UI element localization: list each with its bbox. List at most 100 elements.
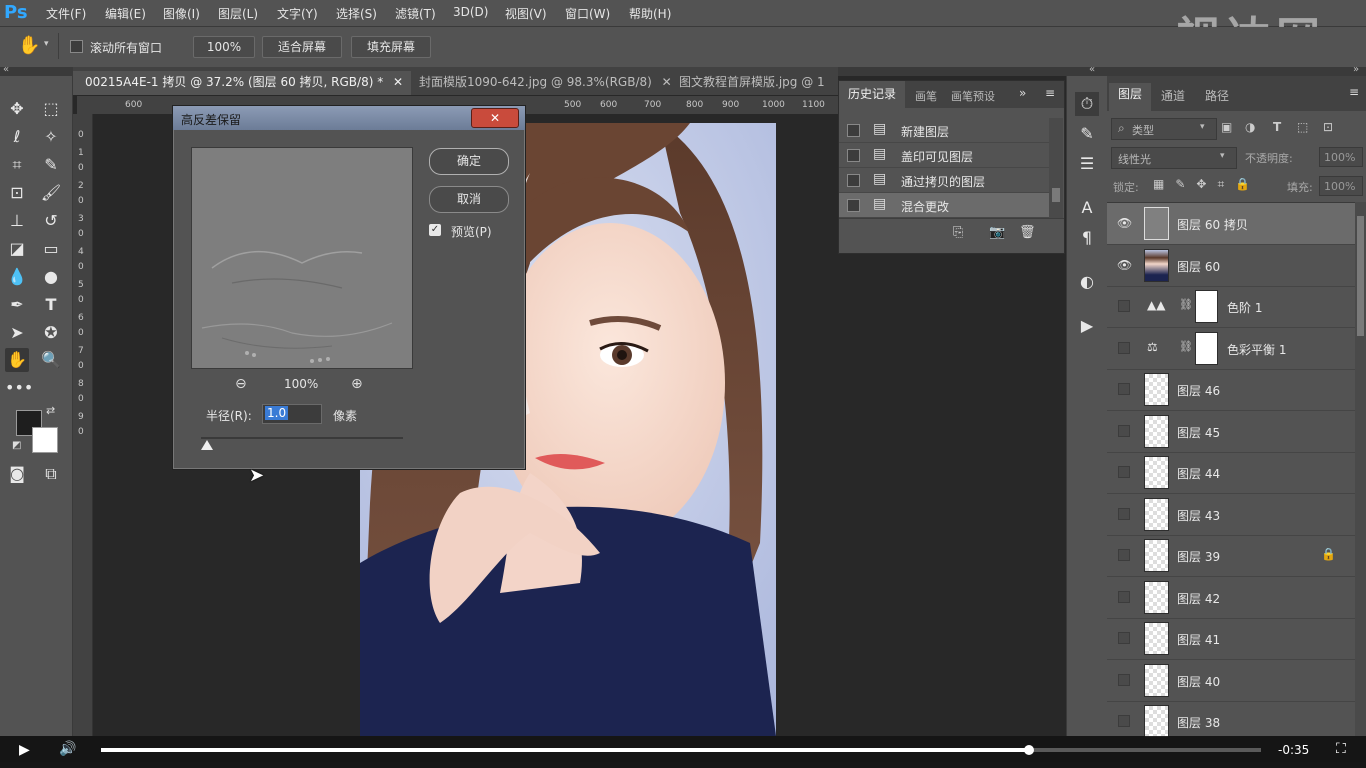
collapse-dock-icon[interactable]: « <box>1089 64 1095 75</box>
visibility-toggle[interactable] <box>1118 341 1130 354</box>
menu-3d[interactable]: 3D(D) <box>453 5 488 19</box>
default-colors-icon[interactable]: ◩ <box>12 440 21 451</box>
tab-brush[interactable]: 画笔 <box>915 88 937 104</box>
brush-panel-icon[interactable]: ✎ <box>1075 122 1099 146</box>
zoom-tool-icon[interactable]: 🔍 <box>39 348 63 372</box>
layer-row[interactable]: 👁 图层 60 拷贝 <box>1107 203 1355 245</box>
layer-row[interactable]: 图层 46 <box>1107 369 1355 411</box>
expand-icon[interactable]: » <box>1019 86 1026 100</box>
cancel-button[interactable]: 取消 <box>429 186 509 213</box>
dodge-tool-icon[interactable]: ● <box>39 265 63 289</box>
history-item[interactable]: ▤ 通过拷贝的图层 <box>839 168 1049 193</box>
menu-help[interactable]: 帮助(H) <box>629 5 671 22</box>
adjustments-icon[interactable]: ☰ <box>1075 152 1099 176</box>
character-panel-icon[interactable]: A <box>1075 196 1099 220</box>
video-progress-track[interactable] <box>101 745 1261 755</box>
collapse-left-icon[interactable]: « <box>3 64 9 75</box>
close-icon[interactable]: ✕ <box>393 75 403 89</box>
menu-window[interactable]: 窗口(W) <box>565 5 610 22</box>
clone-stamp-icon[interactable]: ⊥ <box>5 209 29 233</box>
layers-scrollbar[interactable] <box>1355 202 1366 736</box>
eye-icon[interactable]: 👁 <box>1117 216 1132 230</box>
pen-tool-icon[interactable]: ✒ <box>5 293 29 317</box>
collapse-right-icon[interactable]: » <box>1353 64 1359 75</box>
fullscreen-icon[interactable]: ⛶ <box>1336 741 1346 757</box>
scrollbar-thumb[interactable] <box>1052 188 1060 202</box>
volume-icon[interactable]: 🔊 <box>59 741 76 757</box>
preview-checkbox[interactable]: ✓ <box>429 224 441 236</box>
more-tools-icon[interactable]: ••• <box>5 376 33 400</box>
menu-file[interactable]: 文件(F) <box>46 5 86 22</box>
tab-document-2[interactable]: 封面模版1090-642.jpg @ 98.3%(RGB/8) ✕ <box>407 71 673 95</box>
history-snapshot-checkbox[interactable] <box>847 124 860 137</box>
tab-layers[interactable]: 图层 <box>1109 83 1151 111</box>
radius-slider-thumb[interactable] <box>201 440 214 450</box>
paragraph-panel-icon[interactable]: ¶ <box>1075 226 1099 250</box>
radius-slider-track[interactable] <box>201 437 403 439</box>
history-brush-icon[interactable]: ↺ <box>39 209 63 233</box>
fill-screen-button[interactable]: 填充屏幕 <box>351 36 431 58</box>
tab-document-3[interactable]: 图文教程首屏模版.jpg @ 1 <box>667 71 850 95</box>
visibility-toggle[interactable] <box>1118 466 1130 478</box>
screen-mode-icon[interactable]: ⧉ <box>39 462 63 486</box>
layer-mask-thumbnail[interactable] <box>1195 331 1218 365</box>
dialog-title-bar[interactable]: 高反差保留 ✕ <box>173 106 525 130</box>
layer-row[interactable]: 图层 41 <box>1107 618 1355 660</box>
filter-pixel-icon[interactable]: ▣ <box>1221 120 1232 134</box>
actions-play-icon[interactable]: ▶ <box>1075 314 1099 338</box>
menu-layer[interactable]: 图层(L) <box>218 5 258 22</box>
layer-row[interactable]: 图层 44 <box>1107 452 1355 494</box>
layer-row[interactable]: 图层 40 <box>1107 660 1355 702</box>
play-icon[interactable]: ▶ <box>19 742 30 758</box>
eyedropper-icon[interactable]: ✎ <box>39 153 63 177</box>
trash-icon[interactable]: 🗑 <box>1019 225 1036 240</box>
shape-tool-icon[interactable]: ✪ <box>39 321 63 345</box>
menu-select[interactable]: 选择(S) <box>336 5 377 22</box>
history-snapshot-checkbox[interactable] <box>847 149 860 162</box>
eraser-tool-icon[interactable]: ◪ <box>5 237 29 261</box>
history-snapshot-checkbox[interactable] <box>847 174 860 187</box>
ok-button[interactable]: 确定 <box>429 148 509 175</box>
menu-edit[interactable]: 编辑(E) <box>105 5 146 22</box>
video-progress-knob[interactable] <box>1024 745 1034 755</box>
swap-colors-icon[interactable]: ⇄ <box>46 404 55 417</box>
scrollbar-thumb[interactable] <box>1357 216 1364 336</box>
move-tool-icon[interactable]: ✥ <box>5 97 29 121</box>
lasso-tool-icon[interactable]: ℓ <box>5 125 29 149</box>
tab-history[interactable]: 历史记录 <box>839 81 905 108</box>
layer-mask-thumbnail[interactable] <box>1195 290 1218 323</box>
visibility-toggle[interactable] <box>1118 673 1130 686</box>
visibility-toggle[interactable] <box>1118 549 1130 561</box>
visibility-toggle[interactable] <box>1118 507 1130 520</box>
filter-type-icon[interactable]: T <box>1273 120 1281 134</box>
layer-row[interactable]: ▲▲ ⛓ 色阶 1 <box>1107 286 1355 328</box>
hand-tool-icon[interactable]: ✋ <box>18 35 40 56</box>
menu-filter[interactable]: 滤镜(T) <box>395 5 436 22</box>
tab-document-1[interactable]: 00215A4E-1 拷贝 @ 37.2% (图层 60 拷贝, RGB/8) … <box>73 71 411 95</box>
eye-icon[interactable]: 👁 <box>1117 258 1132 272</box>
lock-icons[interactable]: ▦✎✥⌗🔒 <box>1153 177 1261 192</box>
layer-row[interactable]: 图层 45 <box>1107 411 1355 453</box>
fit-screen-button[interactable]: 适合屏幕 <box>262 36 342 58</box>
tab-paths[interactable]: 路径 <box>1205 87 1229 104</box>
filter-smart-object-icon[interactable]: ⊡ <box>1323 120 1333 134</box>
hand-tool-active-icon[interactable]: ✋ <box>5 348 29 372</box>
healing-brush-icon[interactable]: ⊡ <box>5 181 29 205</box>
brush-tool-icon[interactable]: 🖌 <box>39 181 63 205</box>
filter-shape-icon[interactable]: ⬚ <box>1297 120 1308 134</box>
layer-row[interactable]: 图层 39 🔒 <box>1107 535 1355 577</box>
history-scrollbar[interactable] <box>1049 118 1063 218</box>
fill-input[interactable]: 100% <box>1319 176 1363 196</box>
radius-input[interactable]: 1.0 <box>262 404 322 424</box>
zoom-out-icon[interactable]: ⊖ <box>235 376 247 392</box>
new-document-icon[interactable]: ⎘ <box>953 225 963 240</box>
history-item[interactable]: ▤ 混合更改 <box>839 193 1049 218</box>
quick-mask-icon[interactable]: ◙ <box>5 462 29 486</box>
blur-tool-icon[interactable]: 💧 <box>5 265 29 289</box>
history-item[interactable]: ▤ 新建图层 <box>839 118 1049 143</box>
marquee-tool-icon[interactable]: ⬚ <box>39 97 63 121</box>
visibility-toggle[interactable] <box>1118 383 1130 395</box>
visibility-toggle[interactable] <box>1118 715 1130 727</box>
link-icon[interactable]: ⛓ <box>1179 340 1193 353</box>
crop-tool-icon[interactable]: ⌗ <box>5 153 29 177</box>
